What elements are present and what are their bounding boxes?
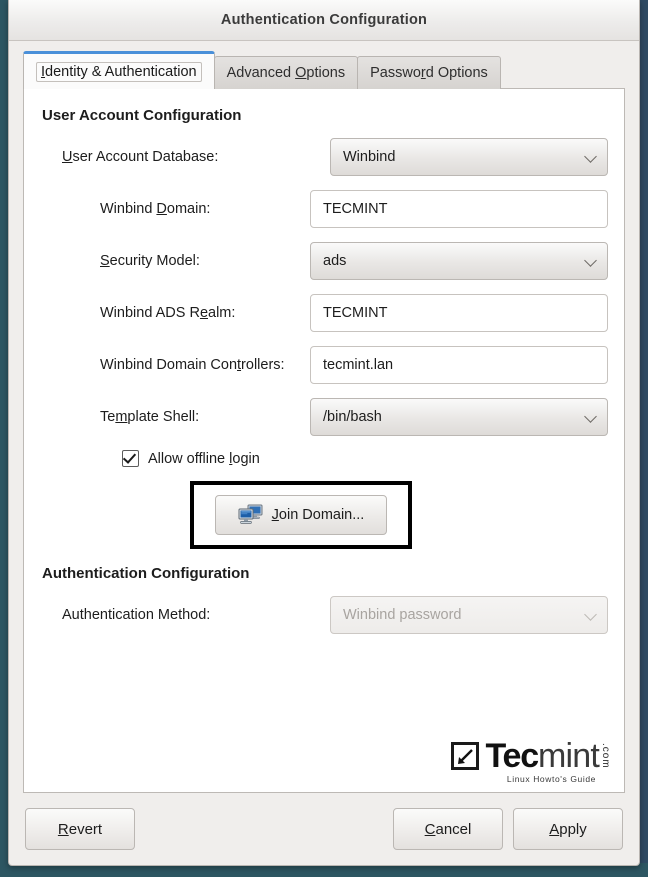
- authentication-configuration-heading: Authentication Configuration: [42, 565, 250, 582]
- winbind-domain-controllers-label: Winbind Domain Controllers:: [100, 357, 285, 373]
- settings-notebook: Identity & Authentication Advanced Optio…: [23, 51, 625, 793]
- tab-identity-authentication-label: Identity & Authentication: [36, 61, 202, 82]
- winbind-domain-input[interactable]: TECMINT: [310, 190, 608, 228]
- user-account-database-label: User Account Database:: [62, 149, 219, 165]
- tab-advanced-options[interactable]: Advanced Options: [213, 56, 359, 89]
- template-shell-value: /bin/bash: [323, 409, 382, 425]
- security-model-select[interactable]: ads: [310, 242, 608, 280]
- user-account-configuration-heading: User Account Configuration: [42, 107, 242, 124]
- tecmint-com-text: .com: [600, 743, 611, 769]
- row-user-account-database: User Account Database: Winbind: [40, 138, 608, 176]
- user-account-database-value: Winbind: [343, 149, 396, 165]
- chevron-down-icon: [585, 151, 597, 163]
- network-computers-icon: [238, 504, 264, 526]
- winbind-ads-realm-label: Winbind ADS Realm:: [100, 305, 236, 321]
- identity-authentication-panel: User Account Configuration User Account …: [23, 88, 625, 793]
- allow-offline-login-label: Allow offline login: [148, 450, 260, 467]
- winbind-domain-label: Winbind Domain:: [100, 201, 211, 217]
- join-domain-button-label: Join Domain...: [271, 507, 365, 523]
- cancel-button-label: Cancel: [424, 820, 472, 838]
- window-titlebar: Authentication Configuration: [9, 0, 639, 41]
- tab-identity-authentication[interactable]: Identity & Authentication: [23, 51, 215, 89]
- tab-advanced-options-label: Advanced Options: [226, 65, 346, 81]
- winbind-domain-controllers-input[interactable]: tecmint.lan: [310, 346, 608, 384]
- template-shell-control: /bin/bash: [310, 398, 608, 436]
- allow-offline-login-row[interactable]: Allow offline login: [40, 450, 608, 467]
- apply-button-label: Apply: [549, 820, 587, 838]
- winbind-ads-realm-value: TECMINT: [323, 305, 388, 321]
- winbind-domain-control: TECMINT: [310, 190, 608, 228]
- authentication-method-select: Winbind password: [330, 596, 608, 634]
- join-domain-button[interactable]: Join Domain...: [215, 495, 387, 535]
- tab-password-options-label: Password Options: [370, 65, 488, 81]
- authentication-method-value: Winbind password: [343, 607, 462, 623]
- apply-button[interactable]: Apply: [513, 808, 623, 850]
- join-domain-highlight-box: Join Domain...: [190, 481, 412, 549]
- tecmint-tagline: Linux Howto's Guide: [506, 774, 596, 784]
- chevron-down-icon: [585, 255, 597, 267]
- security-model-label: Security Model:: [100, 253, 200, 269]
- row-authentication-method: Authentication Method: Winbind password: [40, 596, 608, 634]
- tecmint-mint-text: mint: [537, 737, 600, 775]
- row-winbind-domain-controllers: Winbind Domain Controllers: tecmint.lan: [40, 346, 608, 384]
- tecmint-logo: Tec mint .com: [451, 737, 611, 775]
- authentication-method-label: Authentication Method:: [62, 607, 211, 623]
- authentication-configuration-window: Authentication Configuration Identity & …: [8, 0, 640, 866]
- cancel-button[interactable]: Cancel: [393, 808, 503, 850]
- window-title: Authentication Configuration: [220, 12, 428, 28]
- row-winbind-ads-realm: Winbind ADS Realm: TECMINT: [40, 294, 608, 332]
- revert-button[interactable]: Revert: [25, 808, 135, 850]
- chevron-down-icon: [585, 411, 597, 423]
- revert-button-label: Revert: [57, 820, 103, 838]
- authentication-method-control: Winbind password: [330, 596, 608, 634]
- window-body: Identity & Authentication Advanced Optio…: [9, 41, 639, 793]
- tab-password-options[interactable]: Password Options: [357, 56, 501, 89]
- security-model-value: ads: [323, 253, 347, 269]
- user-account-database-select[interactable]: Winbind: [330, 138, 608, 176]
- template-shell-label: Template Shell:: [100, 409, 200, 425]
- template-shell-select[interactable]: /bin/bash: [310, 398, 608, 436]
- tecmint-arrow-icon: [451, 742, 480, 770]
- tab-strip: Identity & Authentication Advanced Optio…: [23, 51, 625, 89]
- winbind-ads-realm-input[interactable]: TECMINT: [310, 294, 608, 332]
- row-winbind-domain: Winbind Domain: TECMINT: [40, 190, 608, 228]
- winbind-ads-realm-control: TECMINT: [310, 294, 608, 332]
- chevron-down-icon: [585, 609, 597, 621]
- winbind-domain-controllers-control: tecmint.lan: [310, 346, 608, 384]
- tecmint-tec-text: Tec: [485, 737, 539, 775]
- winbind-domain-value: TECMINT: [323, 201, 388, 217]
- allow-offline-login-checkbox[interactable]: [122, 450, 139, 467]
- row-template-shell: Template Shell: /bin/bash: [40, 398, 608, 436]
- dialog-footer: Revert Cancel Apply: [9, 793, 639, 865]
- winbind-domain-controllers-value: tecmint.lan: [323, 357, 394, 373]
- row-security-model: Security Model: ads: [40, 242, 608, 280]
- user-account-database-control: Winbind: [330, 138, 608, 176]
- tecmint-watermark: Tec mint .com Linux Howto's Guide: [451, 737, 611, 784]
- security-model-control: ads: [310, 242, 608, 280]
